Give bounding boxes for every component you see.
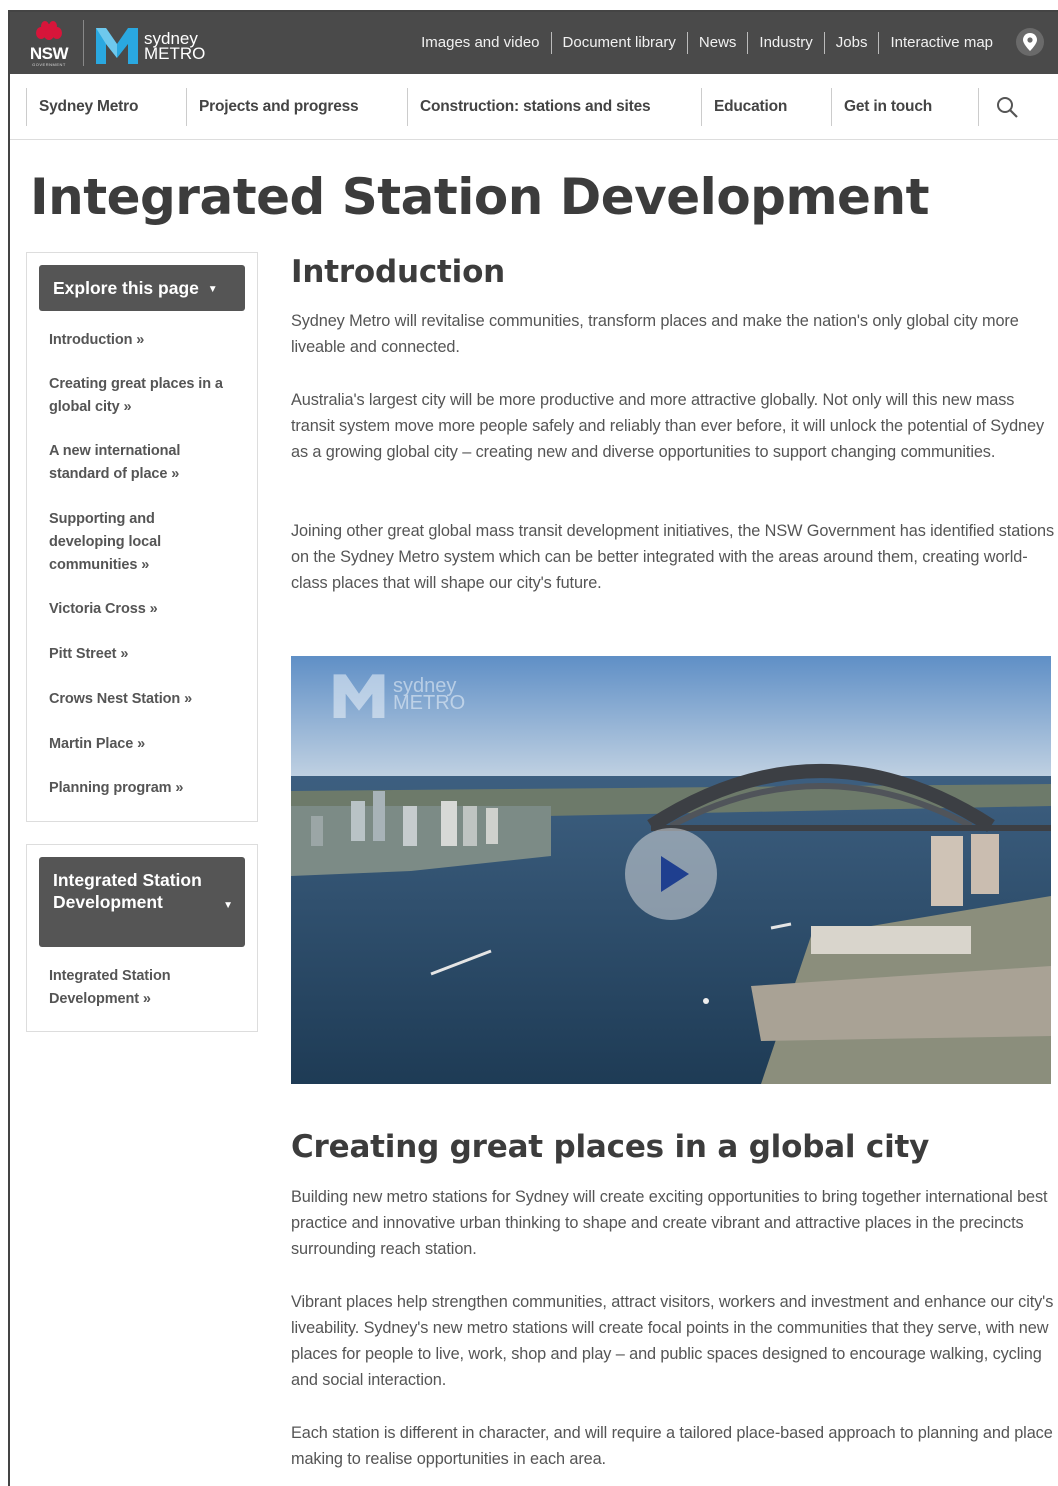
caret-down-icon: ▼ — [223, 900, 233, 911]
explore-title: Explore this page — [53, 278, 199, 298]
metro-m-watermark-icon — [333, 674, 385, 718]
play-button[interactable] — [625, 828, 717, 920]
top-link-document-library[interactable]: Document library — [550, 32, 687, 54]
main-navigation: Sydney Metro Projects and progress Const… — [10, 74, 1058, 140]
nsw-label: NSW — [29, 44, 69, 63]
sydney-metro-brand[interactable]: sydney METRO — [144, 30, 206, 63]
nav-construction[interactable]: Construction: stations and sites — [407, 88, 701, 126]
nav-sydney-metro[interactable]: Sydney Metro — [26, 88, 186, 126]
section2-paragraph-3: Each station is different in character, … — [291, 1424, 1053, 1468]
section2-paragraph-1: Building new metro stations for Sydney w… — [291, 1188, 1048, 1258]
nsw-government-logo[interactable]: NSW GOVERNMENT — [24, 18, 74, 68]
top-link-interactive-map[interactable]: Interactive map — [878, 32, 1004, 54]
sidebar-link-integrated-station[interactable]: Integrated Station Development » — [49, 965, 209, 1011]
section-title: Integrated Station Development — [53, 870, 202, 912]
map-pin-icon[interactable] — [1016, 28, 1044, 56]
sidebar-link-supporting-communities[interactable]: Supporting and developing local communit… — [49, 508, 209, 577]
intro-paragraph-1: Sydney Metro will revitalise communities… — [291, 312, 1019, 356]
explore-sidebar: Explore this page ▼ Introduction » Creat… — [26, 252, 258, 822]
sidebar-link-creating-great-places[interactable]: Creating great places in a global city » — [49, 373, 239, 419]
section2-heading: Creating great places in a global city — [291, 1129, 930, 1165]
section-dropdown[interactable]: Integrated Station Development ▼ — [39, 857, 245, 947]
explore-dropdown[interactable]: Explore this page ▼ — [39, 265, 245, 311]
sidebar-link-victoria-cross[interactable]: Victoria Cross » — [49, 598, 239, 621]
nav-projects-progress[interactable]: Projects and progress — [186, 88, 406, 126]
waratah-icon — [36, 21, 62, 40]
watermark-line-2: METRO — [393, 692, 466, 714]
logo-divider — [83, 20, 84, 66]
intro-paragraph-3: Joining other great global mass transit … — [291, 522, 1055, 592]
sidebar-link-introduction[interactable]: Introduction » — [49, 329, 239, 352]
search-button[interactable] — [978, 88, 1028, 126]
sydney-metro-m-icon[interactable] — [96, 26, 138, 64]
play-icon — [661, 856, 689, 892]
sidebar-link-crows-nest[interactable]: Crows Nest Station » — [49, 688, 239, 711]
section2-paragraph-2: Vibrant places help strengthen communiti… — [291, 1293, 1054, 1389]
brand-line-2: METRO — [144, 44, 206, 63]
top-bar: NSW GOVERNMENT sydney METRO Images and v… — [10, 12, 1058, 74]
sidebar-link-new-international-standard[interactable]: A new international standard of place » — [49, 440, 219, 486]
page-title: Integrated Station Development — [30, 168, 929, 226]
top-link-industry[interactable]: Industry — [747, 32, 823, 54]
top-link-jobs[interactable]: Jobs — [823, 32, 879, 54]
video-player[interactable]: sydney METRO — [291, 656, 1051, 1084]
top-link-news[interactable]: News — [686, 32, 748, 54]
video-watermark: sydney METRO — [331, 672, 465, 718]
intro-paragraph-2: Australia's largest city will be more pr… — [291, 391, 1045, 461]
nsw-sub-label: GOVERNMENT — [32, 62, 66, 67]
nav-education[interactable]: Education — [701, 88, 831, 126]
sidebar-link-planning-program[interactable]: Planning program » — [49, 777, 239, 800]
utility-links: Images and video Document library News I… — [410, 12, 1004, 74]
section-sidebar: Integrated Station Development ▼ Integra… — [26, 844, 258, 1032]
nav-get-in-touch[interactable]: Get in touch — [831, 88, 978, 126]
search-icon — [997, 97, 1018, 118]
sidebar-link-pitt-street[interactable]: Pitt Street » — [49, 643, 239, 666]
sidebar-link-martin-place[interactable]: Martin Place » — [49, 733, 239, 756]
browser-page: NSW GOVERNMENT sydney METRO Images and v… — [8, 10, 1058, 1486]
top-link-images-video[interactable]: Images and video — [410, 32, 550, 54]
intro-heading: Introduction — [291, 254, 506, 290]
caret-down-icon: ▼ — [207, 284, 218, 295]
